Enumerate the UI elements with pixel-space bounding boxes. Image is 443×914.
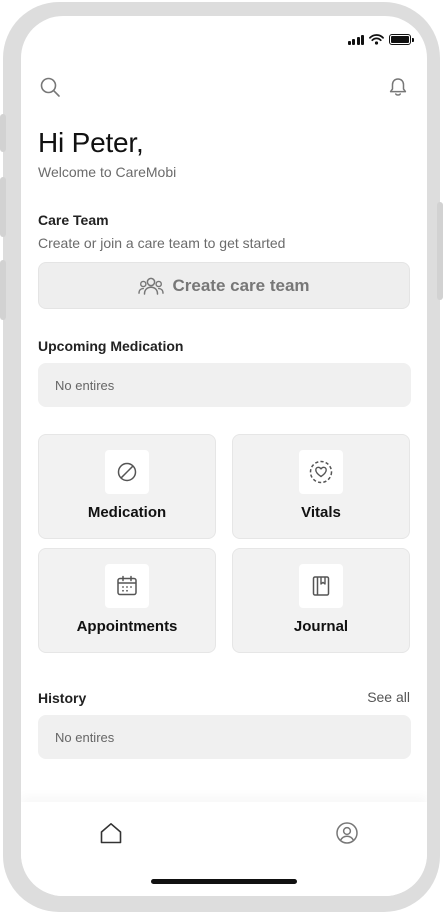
journal-label: Journal <box>293 618 349 635</box>
medication-card[interactable]: Medication <box>38 434 216 539</box>
app-screen: Hi Peter, Welcome to CareMobi Care Team … <box>21 16 427 896</box>
history-title: History <box>38 690 87 706</box>
upcoming-medication-title: Upcoming Medication <box>38 338 184 354</box>
pill-icon <box>105 450 149 494</box>
wifi-icon <box>369 34 384 45</box>
create-care-team-label: Create care team <box>172 275 310 295</box>
journal-icon <box>299 564 343 608</box>
volume-down-button <box>0 260 6 320</box>
bottom-nav <box>21 802 427 896</box>
history-empty: No entires <box>38 715 411 759</box>
volume-up-button <box>0 177 6 237</box>
greeting-subtitle: Welcome to CareMobi <box>38 164 177 180</box>
appointments-card[interactable]: Appointments <box>38 548 216 653</box>
phone-frame: Hi Peter, Welcome to CareMobi Care Team … <box>0 2 443 912</box>
bell-icon[interactable] <box>387 76 409 98</box>
home-icon[interactable] <box>98 820 124 846</box>
vitals-card[interactable]: Vitals <box>232 434 410 539</box>
search-icon[interactable] <box>39 76 61 98</box>
medication-label: Medication <box>87 504 167 521</box>
journal-card[interactable]: Journal <box>232 548 410 653</box>
mute-switch <box>0 114 6 152</box>
cellular-signal-icon <box>347 34 364 45</box>
appointments-label: Appointments <box>76 618 178 635</box>
vitals-label: Vitals <box>301 504 341 521</box>
users-icon <box>138 277 165 295</box>
heart-rate-icon <box>299 450 343 494</box>
profile-icon[interactable] <box>334 820 360 846</box>
battery-icon <box>389 34 414 45</box>
upcoming-medication-empty: No entires <box>38 363 411 407</box>
status-bar <box>347 34 414 45</box>
calendar-icon <box>105 564 149 608</box>
greeting-title: Hi Peter, <box>38 127 144 158</box>
see-all-link[interactable]: See all <box>367 689 410 705</box>
create-care-team-button[interactable]: Create care team <box>38 262 410 309</box>
care-team-title: Care Team <box>38 212 109 228</box>
power-button <box>437 202 443 300</box>
care-team-subtitle: Create or join a care team to get starte… <box>38 235 286 251</box>
home-indicator[interactable] <box>151 879 297 884</box>
